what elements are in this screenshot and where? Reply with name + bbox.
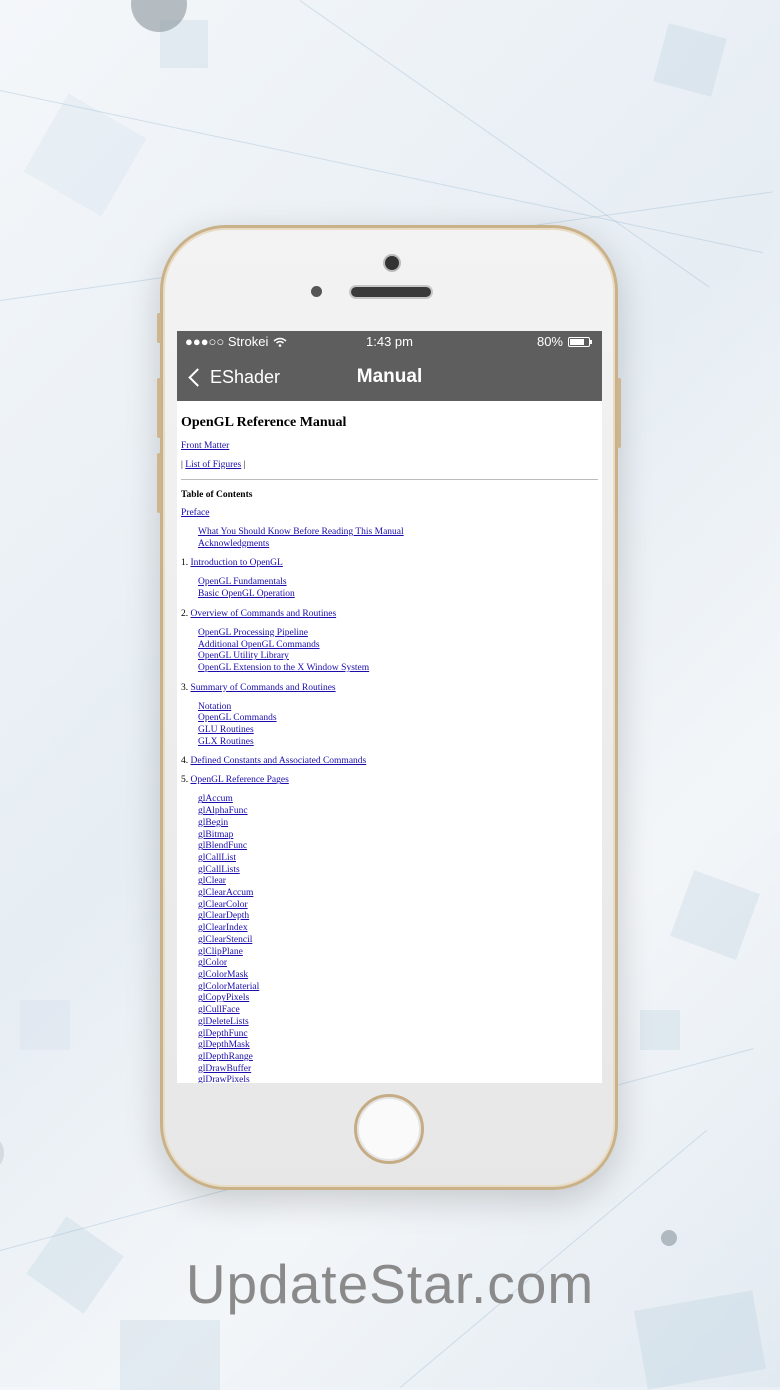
phone-mockup: ●●●○○ Strokei 1:43 pm 80% EShader Manual…: [157, 225, 621, 1190]
toc-link[interactable]: glBitmap: [198, 830, 233, 840]
toc-link[interactable]: glAlphaFunc: [198, 806, 248, 816]
toc-link[interactable]: glDepthRange: [198, 1052, 253, 1062]
status-bar: ●●●○○ Strokei 1:43 pm 80%: [177, 331, 602, 353]
chapter-entry: 4. Defined Constants and Associated Comm…: [181, 756, 598, 766]
watermark: UpdateStar.com: [185, 1253, 595, 1315]
toc-link[interactable]: glCopyPixels: [198, 993, 249, 1003]
power-button: [617, 378, 621, 448]
chapter-number: 1.: [181, 558, 189, 569]
bg-square: [20, 1000, 70, 1050]
chapter-entry: 5. OpenGL Reference Pages: [181, 775, 598, 785]
bg-dot: [0, 1138, 4, 1168]
chapter-entry: 3. Summary of Commands and Routines: [181, 683, 598, 693]
toc-link[interactable]: glCullFace: [198, 1005, 240, 1015]
toc-link[interactable]: glClipPlane: [198, 947, 243, 957]
toc-link[interactable]: glClearAccum: [198, 888, 253, 898]
back-button[interactable]: EShader: [187, 353, 280, 401]
chevron-left-icon: [188, 367, 207, 387]
proximity-sensor: [311, 286, 322, 297]
divider: [181, 479, 598, 480]
toc-link[interactable]: glBegin: [198, 818, 228, 828]
battery-info: 80%: [536, 334, 592, 349]
toc-link[interactable]: OpenGL Extension to the X Window System: [198, 663, 369, 673]
list-of-figures-line: | List of Figures |: [181, 460, 598, 470]
bg-square: [670, 870, 760, 960]
toc-link[interactable]: glClearDepth: [198, 911, 249, 921]
chapter-link[interactable]: Defined Constants and Associated Command…: [191, 756, 367, 766]
navigation-bar: EShader Manual: [177, 353, 602, 401]
toc-link[interactable]: Additional OpenGL Commands: [198, 640, 320, 650]
document-title: OpenGL Reference Manual: [181, 415, 347, 430]
back-button-label: EShader: [210, 366, 281, 387]
chapter-number: 2.: [181, 608, 189, 619]
toc-link[interactable]: glDepthMask: [198, 1040, 250, 1050]
toc-heading: Table of Contents: [181, 490, 253, 500]
toc-link[interactable]: glDrawBuffer: [198, 1064, 251, 1074]
toc-link[interactable]: glDrawPixels: [198, 1075, 250, 1083]
toc-link[interactable]: Basic OpenGL Operation: [198, 589, 295, 599]
separator: |: [243, 460, 246, 470]
preface-subsections: What You Should Know Before Reading This…: [198, 527, 598, 550]
chapter-list: 1. Introduction to OpenGL OpenGL Fundamen…: [181, 558, 598, 1083]
chapter-number: 4.: [181, 756, 189, 767]
bg-square: [640, 1010, 680, 1050]
toc-link[interactable]: OpenGL Commands: [198, 713, 277, 723]
toc-link[interactable]: glCallLists: [198, 865, 240, 875]
toc-link[interactable]: glClearIndex: [198, 923, 248, 933]
phone-screen: ●●●○○ Strokei 1:43 pm 80% EShader Manual…: [177, 331, 602, 1083]
front-camera: [385, 256, 399, 270]
volume-down-button: [157, 453, 161, 513]
mute-switch: [157, 313, 161, 343]
bg-square: [23, 93, 147, 217]
toc-link[interactable]: glColor: [198, 958, 227, 968]
toc-link[interactable]: glClearColor: [198, 900, 248, 910]
toc-link[interactable]: GLX Routines: [198, 737, 254, 747]
list-of-figures-link[interactable]: List of Figures: [185, 460, 241, 470]
bg-square: [653, 23, 727, 97]
toc-link[interactable]: glDeleteLists: [198, 1017, 249, 1027]
toc-link[interactable]: glColorMask: [198, 970, 248, 980]
chapter-link[interactable]: Introduction to OpenGL: [191, 558, 283, 568]
battery-fill: [570, 338, 585, 345]
battery-percent: 80%: [536, 334, 563, 349]
toc-link[interactable]: OpenGL Utility Library: [198, 651, 289, 661]
chapter-subsections: glAccum glAlphaFunc glBegin glBitmap glBlend…: [198, 794, 598, 1083]
chapter-link[interactable]: OpenGL Reference Pages: [191, 775, 289, 785]
toc-link[interactable]: glClear: [198, 876, 226, 886]
toc-link[interactable]: OpenGL Fundamentals: [198, 577, 287, 587]
earpiece-speaker: [351, 287, 431, 297]
toc-link[interactable]: glCallList: [198, 853, 236, 863]
home-button[interactable]: [354, 1094, 424, 1164]
toc-link[interactable]: glDepthFunc: [198, 1029, 248, 1039]
chapter-entry: 1. Introduction to OpenGL: [181, 558, 598, 568]
toc-link[interactable]: OpenGL Processing Pipeline: [198, 628, 308, 638]
chapter-number: 3.: [181, 682, 189, 693]
toc-link[interactable]: Acknowledgments: [198, 539, 269, 549]
bg-dot: [661, 1230, 677, 1246]
chapter-number: 5.: [181, 775, 189, 786]
chapter-link[interactable]: Summary of Commands and Routines: [191, 683, 336, 693]
chapter-subsections: OpenGL Processing Pipeline Additional Ope…: [198, 628, 598, 675]
manual-document: OpenGL Reference Manual Front Matter | L…: [177, 401, 602, 1083]
toc-link[interactable]: Notation: [198, 702, 231, 712]
battery-icon: [568, 336, 592, 347]
chapter-subsections: Notation OpenGL Commands GLU Routines GLX R…: [198, 702, 598, 749]
bg-square: [120, 1320, 220, 1390]
chapter-subsections: OpenGL Fundamentals Basic OpenGL Operatio…: [198, 577, 598, 600]
chapter-entry: 2. Overview of Commands and Routines: [181, 609, 598, 619]
separator: |: [181, 460, 183, 470]
toc-link[interactable]: glClearStencil: [198, 935, 252, 945]
toc-link[interactable]: What You Should Know Before Reading This…: [198, 527, 404, 537]
front-matter-link[interactable]: Front Matter: [181, 441, 229, 451]
toc-link[interactable]: glBlendFunc: [198, 841, 247, 851]
toc-link[interactable]: GLU Routines: [198, 725, 254, 735]
toc-link[interactable]: glAccum: [198, 794, 233, 804]
preface-link[interactable]: Preface: [181, 508, 209, 518]
toc-link[interactable]: glColorMaterial: [198, 982, 259, 992]
volume-up-button: [157, 378, 161, 438]
chapter-link[interactable]: Overview of Commands and Routines: [191, 609, 337, 619]
